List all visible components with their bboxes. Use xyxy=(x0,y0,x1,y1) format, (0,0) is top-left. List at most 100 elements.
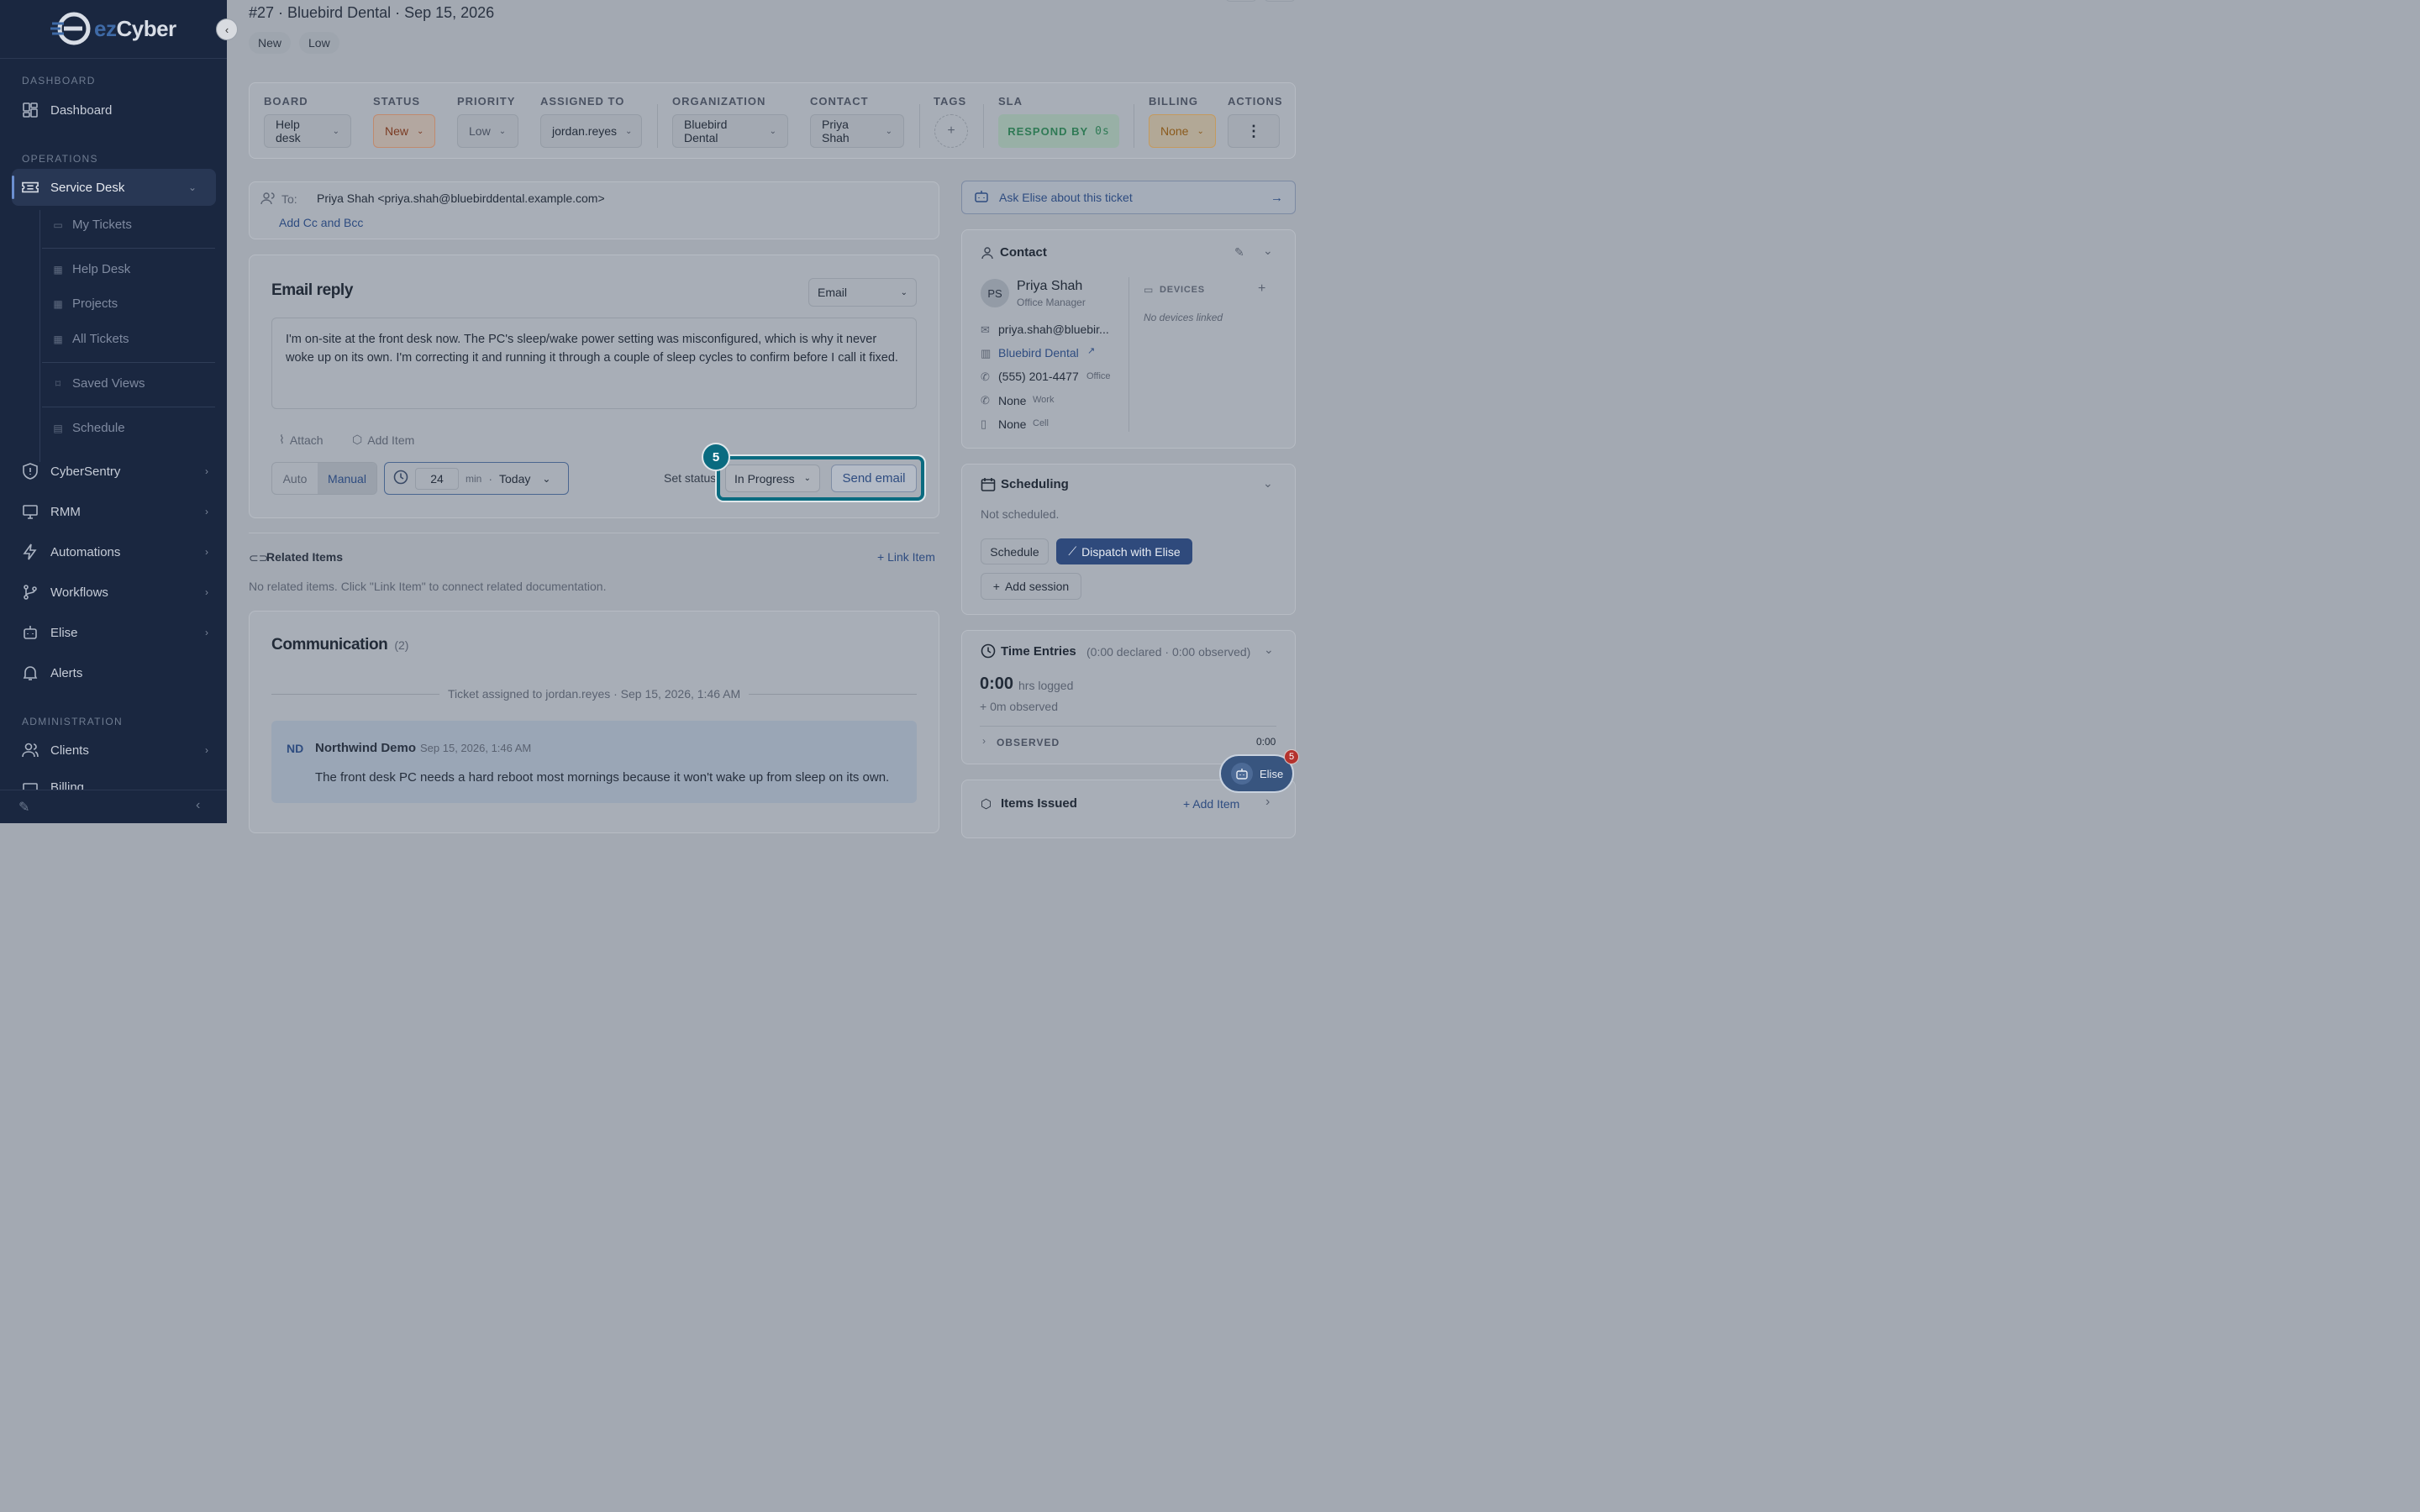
edit-icon[interactable]: ✎ xyxy=(1234,245,1244,260)
manual-toggle[interactable]: Manual xyxy=(318,463,376,494)
field-label-priority: PRIORITY xyxy=(457,95,516,108)
observed-label[interactable]: OBSERVED xyxy=(997,737,1060,748)
sidebar-item-alerts[interactable]: Alerts xyxy=(22,664,207,681)
field-label-status: STATUS xyxy=(373,95,421,108)
sidebar-item-billing[interactable]: Billing xyxy=(22,780,207,790)
add-session-label: Add session xyxy=(1004,580,1070,593)
ticket-badges: New Low xyxy=(249,32,339,54)
link-item-button[interactable]: + Link Item xyxy=(877,550,935,564)
sidebar-item-rmm[interactable]: RMM › xyxy=(22,503,208,520)
edit-icon[interactable]: ✎ xyxy=(18,799,29,816)
channel-select[interactable]: Email ⌄ xyxy=(808,278,917,307)
sidebar-subitem-projects[interactable]: ▦ Projects xyxy=(52,297,118,311)
timeline-event: Ticket assigned to jordan.reyes · Sep 15… xyxy=(448,687,741,701)
sidebar-item-workflows[interactable]: Workflows › xyxy=(22,584,208,601)
ask-elise-button[interactable]: Ask Elise about this ticket → xyxy=(961,181,1296,214)
contact-select[interactable]: Priya Shah ⌄ xyxy=(810,114,904,148)
chevron-right-icon[interactable]: › xyxy=(982,735,986,747)
add-item-link[interactable]: + Add Item xyxy=(1183,797,1239,811)
observed-summary: + 0m observed xyxy=(980,700,1058,713)
assignee-select[interactable]: jordan.reyes ⌄ xyxy=(540,114,642,148)
sidebar-item-label: Billing xyxy=(50,780,85,790)
cell-type: Cell xyxy=(1033,418,1049,428)
chevron-down-icon: ⌄ xyxy=(625,126,633,136)
calendar-icon: ▤ xyxy=(53,422,63,434)
plus-icon: + xyxy=(992,580,1000,593)
chevron-down-icon[interactable]: ⌄ xyxy=(1263,476,1273,491)
header-button[interactable] xyxy=(1264,0,1296,2)
sidebar-item-elise[interactable]: Elise › xyxy=(22,624,208,641)
sidebar-item-clients[interactable]: Clients › xyxy=(22,742,208,759)
actions-menu-button[interactable]: ⋮ xyxy=(1228,114,1280,148)
add-device-button[interactable]: + xyxy=(1258,281,1265,297)
send-email-button[interactable]: Send email xyxy=(831,465,917,492)
divider xyxy=(1128,277,1129,432)
avatar: ND xyxy=(287,742,304,755)
minutes-input[interactable]: 24 xyxy=(415,467,459,490)
collapse-sidebar-button[interactable]: ‹ xyxy=(216,18,238,40)
board-select[interactable]: Help desk ⌄ xyxy=(264,114,351,148)
contact-org-link[interactable]: Bluebird Dental xyxy=(998,346,1079,360)
add-cc-bcc-link[interactable]: Add Cc and Bcc xyxy=(279,216,363,229)
sidebar-subitem-schedule[interactable]: ▤ Schedule xyxy=(52,421,124,435)
sidebar-subitem-help-desk[interactable]: ▦ Help Desk xyxy=(52,262,130,276)
sidebar-item-automations[interactable]: Automations › xyxy=(22,543,208,560)
chevron-down-icon: ⌄ xyxy=(900,287,908,297)
sidebar-subitem-all-tickets[interactable]: ▦ All Tickets xyxy=(52,332,129,346)
clock-icon xyxy=(981,643,996,661)
chevron-down-icon[interactable]: ⌄ xyxy=(1264,643,1274,657)
select-value: In Progress xyxy=(734,471,795,486)
sidebar-item-cybersentry[interactable]: CyberSentry › xyxy=(22,463,208,480)
sidebar-subitem-my-tickets[interactable]: ▭ My Tickets xyxy=(52,218,132,232)
status-badge: New xyxy=(249,32,292,54)
chevron-down-icon[interactable]: ⌄ xyxy=(542,473,550,485)
add-item-button[interactable]: ⬡ Add Item xyxy=(352,433,414,447)
priority-select[interactable]: Low ⌄ xyxy=(457,114,518,148)
sidebar-item-label: Service Desk xyxy=(50,180,125,195)
add-tag-button[interactable]: + xyxy=(934,114,968,148)
chevron-right-icon[interactable]: › xyxy=(1265,795,1270,810)
phone-icon: ✆ xyxy=(981,394,990,407)
ask-elise-label: Ask Elise about this ticket xyxy=(999,191,1133,204)
active-indicator xyxy=(12,176,14,199)
date-select[interactable]: Today xyxy=(499,472,530,486)
reply-body-textarea[interactable]: I'm on-site at the front desk now. The P… xyxy=(271,318,917,409)
contact-role: Office Manager xyxy=(1017,297,1086,308)
contact-email[interactable]: priya.shah@bluebir... xyxy=(998,323,1109,336)
user-icon xyxy=(981,246,994,262)
chevron-left-icon: ‹ xyxy=(224,23,229,36)
chevron-down-icon[interactable]: ⌄ xyxy=(1263,244,1273,258)
to-label: To: xyxy=(281,192,297,206)
chevron-left-icon[interactable]: ‹ xyxy=(196,798,200,813)
select-value: jordan.reyes xyxy=(552,124,618,138)
add-session-button[interactable]: + Add session xyxy=(981,573,1081,600)
contact-phone[interactable]: (555) 201-4477 xyxy=(998,370,1079,383)
dispatch-elise-button[interactable]: ⟋ Dispatch with Elise xyxy=(1056,538,1192,564)
sla-badge: RESPOND BY 0s xyxy=(998,114,1119,148)
sidebar-item-service-desk[interactable]: Service Desk ⌄ xyxy=(22,179,207,196)
sidebar-item-dashboard[interactable]: Dashboard xyxy=(22,102,207,118)
schedule-button[interactable]: Schedule xyxy=(981,538,1049,564)
set-status-select[interactable]: In Progress ⌄ xyxy=(725,465,820,492)
to-recipient[interactable]: Priya Shah <priya.shah@bluebirddental.ex… xyxy=(317,192,605,205)
section-label-dashboard: DASHBOARD xyxy=(22,75,96,87)
attach-button[interactable]: ⌇ Attach xyxy=(279,433,324,447)
chevron-right-icon: › xyxy=(205,546,208,558)
auto-toggle[interactable]: Auto xyxy=(272,463,318,494)
brand-logo[interactable]: ezCyber xyxy=(50,12,176,45)
external-link-icon: ↗ xyxy=(1087,346,1096,356)
organization-select[interactable]: Bluebird Dental ⌄ xyxy=(672,114,788,148)
elise-chat-button[interactable]: Elise xyxy=(1219,754,1294,793)
sidebar-item-label: Automations xyxy=(50,544,121,559)
field-label-actions: ACTIONS xyxy=(1228,95,1283,108)
link-icon: ⊂⊃ xyxy=(249,551,269,564)
header-button[interactable] xyxy=(1225,0,1257,2)
divider xyxy=(749,694,917,695)
divider xyxy=(919,104,920,148)
billing-select[interactable]: None ⌄ xyxy=(1149,114,1216,148)
sidebar-subitem-saved-views[interactable]: ⌑ Saved Views xyxy=(52,376,145,391)
divider xyxy=(0,58,227,59)
divider xyxy=(983,104,984,148)
ticket-title: #27 · Bluebird Dental · Sep 15, 2026 xyxy=(249,4,495,21)
status-select[interactable]: New ⌄ xyxy=(373,114,435,148)
